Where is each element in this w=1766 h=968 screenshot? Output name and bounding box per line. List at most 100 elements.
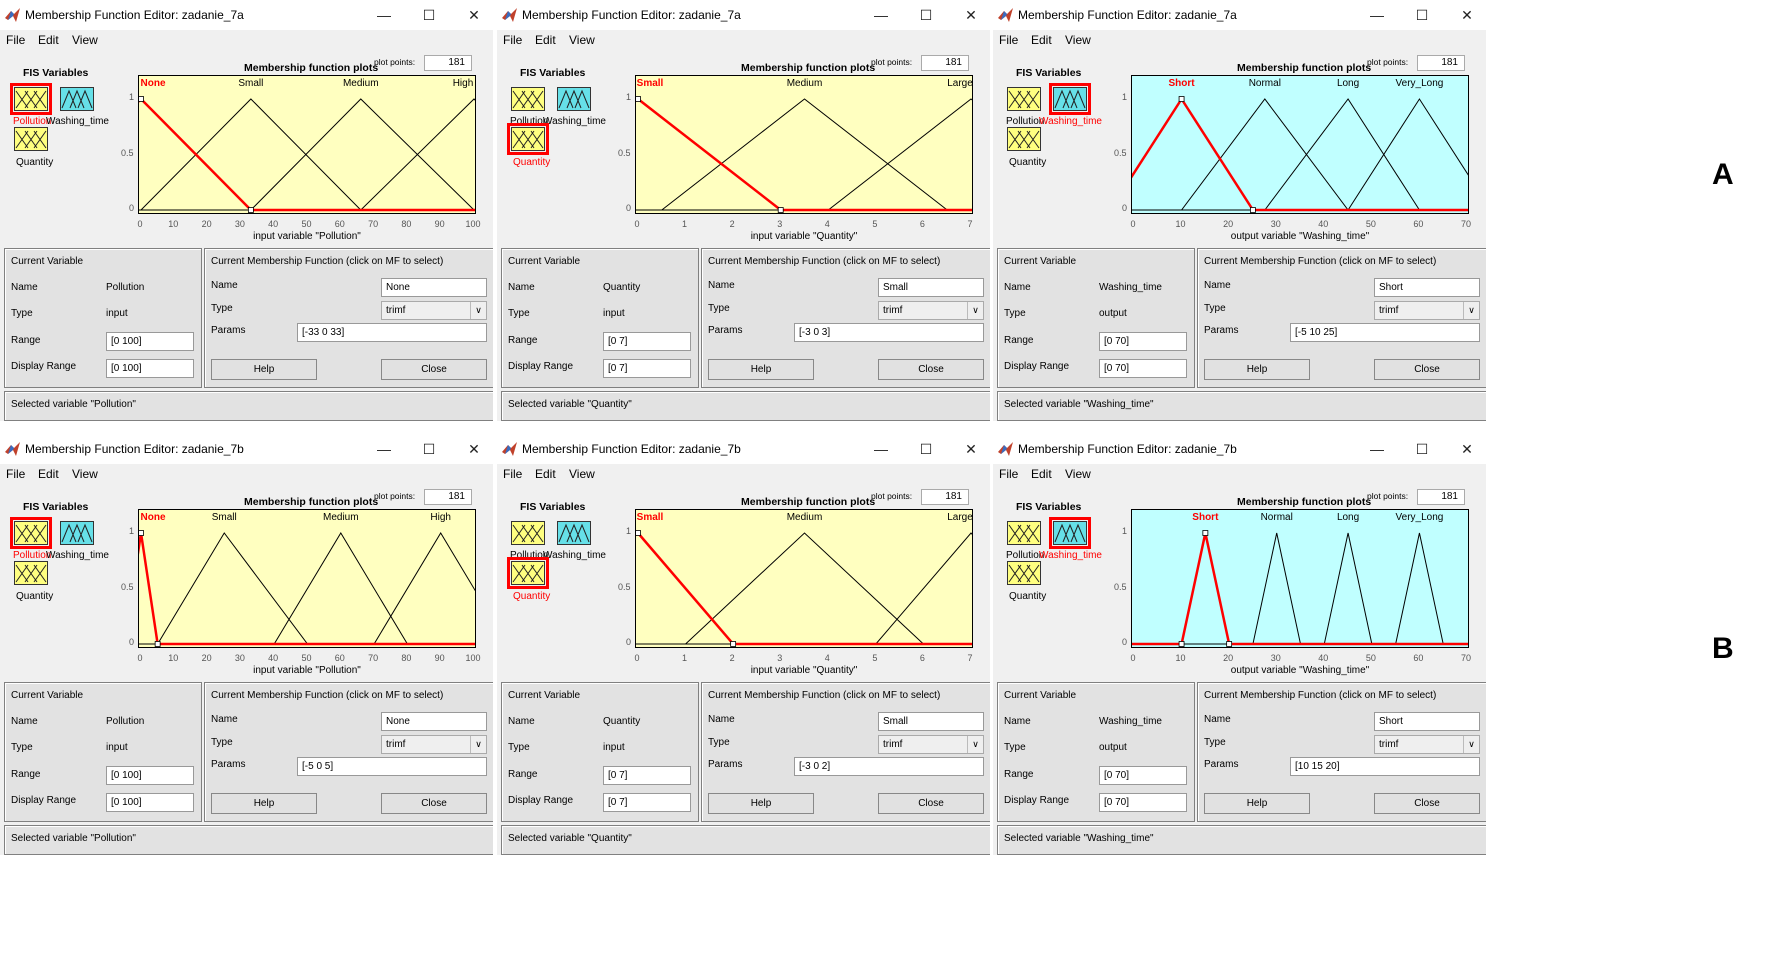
range-input[interactable]: [0 70] xyxy=(1099,766,1187,785)
mf-vertex-handle[interactable] xyxy=(139,530,144,536)
variable-washing-time-icon[interactable] xyxy=(60,521,94,545)
params-input[interactable]: [-5 0 5] xyxy=(297,757,487,776)
minimize-button[interactable]: — xyxy=(870,4,892,26)
variable-quantity-icon[interactable] xyxy=(507,557,549,589)
mf-label-small[interactable]: Small xyxy=(637,78,664,89)
mf-type-select[interactable]: trimf ∨ xyxy=(878,735,984,754)
mf-label-small[interactable]: Small xyxy=(238,78,263,89)
mf-curve-large[interactable] xyxy=(636,98,973,211)
menu-edit[interactable]: Edit xyxy=(1031,467,1052,481)
mf-curve-long[interactable] xyxy=(1132,532,1469,645)
mf-curve-small[interactable] xyxy=(636,97,973,212)
plot-points-input[interactable]: 181 xyxy=(921,55,969,71)
variable-quantity-icon[interactable] xyxy=(1007,127,1041,151)
mf-curve-medium[interactable] xyxy=(139,532,476,645)
mf-vertex-handle[interactable] xyxy=(154,641,161,647)
plot-points-input[interactable]: 181 xyxy=(921,489,969,505)
close-window-button[interactable]: ✕ xyxy=(960,4,982,26)
mf-label-none[interactable]: None xyxy=(141,512,166,523)
variable-pollution-icon[interactable] xyxy=(1007,87,1041,111)
close-button[interactable]: Close xyxy=(878,359,984,380)
membership-function-plot[interactable]: Medium Large Small xyxy=(635,509,973,648)
close-window-button[interactable]: ✕ xyxy=(463,438,485,460)
mf-curve-very-long[interactable] xyxy=(1132,98,1469,211)
mf-type-select[interactable]: trimf ∨ xyxy=(1374,735,1480,754)
menu-edit[interactable]: Edit xyxy=(1031,33,1052,47)
mf-curve-very-long[interactable] xyxy=(1132,532,1469,645)
mf-label-none[interactable]: None xyxy=(141,78,166,89)
variable-quantity-icon[interactable] xyxy=(14,127,48,151)
mf-label-large[interactable]: Large xyxy=(947,78,972,89)
mf-name-input[interactable]: None xyxy=(381,278,487,297)
mf-name-input[interactable]: Small xyxy=(878,278,984,297)
variable-pollution-icon[interactable] xyxy=(10,83,52,115)
close-button[interactable]: Close xyxy=(1374,793,1480,814)
mf-type-select[interactable]: trimf ∨ xyxy=(878,301,984,320)
maximize-button[interactable]: ☐ xyxy=(418,438,440,460)
menu-file[interactable]: File xyxy=(6,33,25,47)
mf-label-large[interactable]: Large xyxy=(947,512,972,523)
mf-vertex-handle[interactable] xyxy=(730,641,737,647)
mf-label-very-long[interactable]: Very_Long xyxy=(1396,512,1444,523)
menu-file[interactable]: File xyxy=(503,33,522,47)
params-input[interactable]: [-33 0 33] xyxy=(297,323,487,342)
variable-pollution-icon[interactable] xyxy=(511,521,545,545)
menu-file[interactable]: File xyxy=(6,467,25,481)
mf-label-short[interactable]: Short xyxy=(1192,512,1218,523)
mf-curve-normal[interactable] xyxy=(1132,532,1469,645)
close-window-button[interactable]: ✕ xyxy=(1456,438,1478,460)
plot-points-input[interactable]: 181 xyxy=(1417,55,1465,71)
maximize-button[interactable]: ☐ xyxy=(1411,438,1433,460)
mf-label-very-long[interactable]: Very_Long xyxy=(1396,78,1444,89)
mf-curve-small[interactable] xyxy=(636,531,973,646)
mf-type-select[interactable]: trimf ∨ xyxy=(381,735,487,754)
close-button[interactable]: Close xyxy=(878,793,984,814)
menu-edit[interactable]: Edit xyxy=(38,33,59,47)
display-range-input[interactable]: [0 7] xyxy=(603,359,691,378)
minimize-button[interactable]: — xyxy=(1366,438,1388,460)
variable-pollution-icon[interactable] xyxy=(10,517,52,549)
display-range-input[interactable]: [0 7] xyxy=(603,793,691,812)
minimize-button[interactable]: — xyxy=(1366,4,1388,26)
mf-label-medium[interactable]: Medium xyxy=(787,512,823,523)
mf-label-small[interactable]: Small xyxy=(212,512,237,523)
help-button[interactable]: Help xyxy=(708,793,814,814)
mf-label-short[interactable]: Short xyxy=(1169,78,1195,89)
variable-washing-time-icon[interactable] xyxy=(557,87,591,111)
plot-points-input[interactable]: 181 xyxy=(424,55,472,71)
help-button[interactable]: Help xyxy=(211,359,317,380)
help-button[interactable]: Help xyxy=(708,359,814,380)
range-input[interactable]: [0 7] xyxy=(603,332,691,351)
variable-washing-time-icon[interactable] xyxy=(1049,83,1091,115)
menu-file[interactable]: File xyxy=(503,467,522,481)
close-button[interactable]: Close xyxy=(381,359,487,380)
display-range-input[interactable]: [0 70] xyxy=(1099,359,1187,378)
mf-type-select[interactable]: trimf ∨ xyxy=(1374,301,1480,320)
mf-vertex-handle[interactable] xyxy=(247,207,254,213)
variable-quantity-icon[interactable] xyxy=(14,561,48,585)
mf-label-long[interactable]: Long xyxy=(1337,78,1359,89)
mf-curve-short[interactable] xyxy=(1132,532,1469,646)
menu-view[interactable]: View xyxy=(569,467,595,481)
close-button[interactable]: Close xyxy=(381,793,487,814)
variable-washing-time-icon[interactable] xyxy=(557,521,591,545)
menu-view[interactable]: View xyxy=(72,467,98,481)
plot-points-input[interactable]: 181 xyxy=(1417,489,1465,505)
maximize-button[interactable]: ☐ xyxy=(915,438,937,460)
menu-file[interactable]: File xyxy=(999,467,1018,481)
mf-vertex-handle[interactable] xyxy=(1250,207,1256,213)
mf-curve-long[interactable] xyxy=(1132,98,1469,211)
menu-view[interactable]: View xyxy=(1065,33,1091,47)
mf-vertex-handle[interactable] xyxy=(1202,530,1209,536)
mf-vertex-handle[interactable] xyxy=(636,530,641,536)
mf-label-small[interactable]: Small xyxy=(637,512,664,523)
params-input[interactable]: [-3 0 2] xyxy=(794,757,984,776)
variable-washing-time-icon[interactable] xyxy=(60,87,94,111)
range-input[interactable]: [0 7] xyxy=(603,766,691,785)
params-input[interactable]: [-3 0 3] xyxy=(794,323,984,342)
plot-points-input[interactable]: 181 xyxy=(424,489,472,505)
membership-function-plot[interactable]: Normal Long Very_Long Short xyxy=(1131,75,1469,214)
mf-label-high[interactable]: High xyxy=(430,512,451,523)
display-range-input[interactable]: [0 100] xyxy=(106,793,194,812)
mf-vertex-handle[interactable] xyxy=(139,96,144,102)
